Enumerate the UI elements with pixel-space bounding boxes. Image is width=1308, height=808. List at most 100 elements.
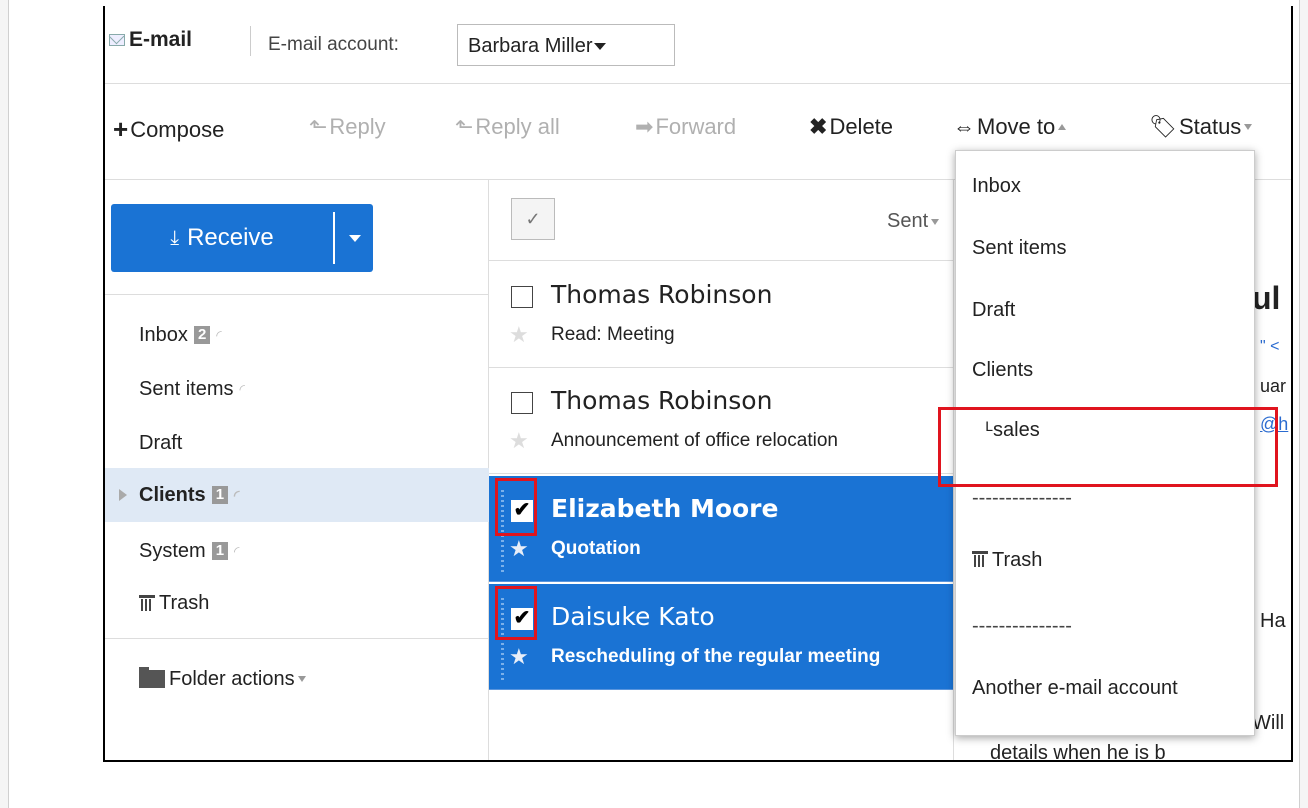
envelope-icon xyxy=(109,34,125,46)
chevron-down-icon xyxy=(349,234,361,242)
preview-fragment: Ha xyxy=(1260,610,1286,632)
status-button[interactable]: 🏷 Status xyxy=(1149,114,1253,140)
email-checkbox[interactable] xyxy=(511,286,533,308)
folder-label: Sent items xyxy=(139,377,234,400)
email-sender: Elizabeth Moore xyxy=(551,494,779,523)
sidebar-item-draft[interactable]: Draft xyxy=(105,416,489,470)
sidebar-item-trash[interactable]: Trash xyxy=(105,576,489,630)
delete-label: Delete xyxy=(829,114,894,139)
star-icon[interactable]: ★ xyxy=(509,644,529,670)
folder-label: Clients xyxy=(139,483,206,506)
unread-count-badge: 2 xyxy=(193,326,211,344)
rss-feed-icon: ◜ xyxy=(234,486,240,503)
expand-arrow-icon[interactable] xyxy=(119,489,127,501)
status-label: Status xyxy=(1178,114,1242,139)
sidebar-item-system[interactable]: System 1 ◜ xyxy=(105,524,489,578)
sidebar-item-sent-items[interactable]: Sent items ◜ xyxy=(105,362,489,416)
email-subject: Rescheduling of the regular meeting xyxy=(551,646,881,667)
folder-label: Inbox xyxy=(139,323,188,346)
email-row[interactable]: Thomas Robinson ★ Announcement of office… xyxy=(489,368,953,474)
page-title: E-mail xyxy=(109,28,192,52)
preview-fragment: Will xyxy=(1252,712,1285,734)
menu-item-sent-items[interactable]: Sent items xyxy=(972,237,1066,260)
receive-button[interactable]: ⤓ Receive xyxy=(111,204,333,272)
preview-fragment: details when he is b xyxy=(990,742,1166,762)
email-checkbox[interactable] xyxy=(511,392,533,414)
highlight-box xyxy=(938,407,1278,487)
rss-feed-icon: ◜ xyxy=(216,326,222,343)
preview-fragment: " < xyxy=(1260,338,1280,355)
move-to-label: Move to xyxy=(977,114,1056,139)
email-row[interactable]: ✔ Elizabeth Moore ★ Quotation xyxy=(489,476,953,582)
menu-item-inbox[interactable]: Inbox xyxy=(972,175,1021,198)
star-icon[interactable]: ★ xyxy=(509,322,529,348)
menu-item-trash[interactable]: Trash xyxy=(972,549,1042,572)
reply-all-button[interactable]: ⬑ Reply all xyxy=(455,114,560,140)
menu-separator: --------------- xyxy=(972,487,1072,509)
tag-icon: 🏷 xyxy=(1149,114,1177,139)
highlight-box xyxy=(495,478,537,536)
page-title-text: E-mail xyxy=(129,28,193,51)
sidebar-divider xyxy=(105,638,488,639)
star-icon[interactable]: ★ xyxy=(509,428,529,454)
email-subject: Announcement of office relocation xyxy=(551,430,838,451)
menu-item-another-account[interactable]: Another e-mail account xyxy=(972,677,1178,700)
star-icon[interactable]: ★ xyxy=(509,536,529,562)
menu-item-draft[interactable]: Draft xyxy=(972,299,1015,322)
email-app: E-mail E-mail account: Barbara Miller + … xyxy=(103,6,1293,762)
email-subject: Read: Meeting xyxy=(551,324,675,345)
account-select-value: Barbara Miller xyxy=(468,35,593,57)
receive-button-group: ⤓ Receive xyxy=(111,204,373,272)
reply-button[interactable]: ⬑ Reply xyxy=(309,114,386,140)
email-sender: Thomas Robinson xyxy=(551,386,773,415)
move-to-button[interactable]: ⇔ Move to xyxy=(953,114,1067,140)
folder-icon xyxy=(139,667,165,688)
receive-dropdown-button[interactable] xyxy=(335,204,373,272)
folder-sidebar: ⤓ Receive Inbox 2 ◜ Sent items ◜ Draft C… xyxy=(105,180,489,760)
plus-icon: + xyxy=(113,114,129,144)
select-all-checkbox[interactable]: ✓ xyxy=(511,198,555,240)
move-arrows-icon: ⇔ xyxy=(953,114,975,139)
reply-all-label: Reply all xyxy=(475,114,560,139)
reply-all-icon: ⬑ xyxy=(455,114,474,139)
menu-separator: --------------- xyxy=(972,615,1072,637)
forward-label: Forward xyxy=(655,114,737,139)
sort-dropdown[interactable]: Sent xyxy=(887,210,940,233)
close-icon: ✖ xyxy=(809,114,828,139)
unread-count-badge: 1 xyxy=(211,542,229,560)
menu-item-clients[interactable]: Clients xyxy=(972,359,1033,382)
receive-label: Receive xyxy=(187,224,274,251)
reply-label: Reply xyxy=(329,114,386,139)
menu-item-trash-label: Trash xyxy=(992,549,1043,571)
compose-label: Compose xyxy=(130,116,225,142)
compose-button[interactable]: + Compose xyxy=(113,114,224,145)
account-select[interactable]: Barbara Miller xyxy=(457,24,675,66)
chevron-down-icon xyxy=(594,43,607,51)
folder-actions-menu[interactable]: Folder actions xyxy=(105,652,489,706)
folder-label: Draft xyxy=(139,431,183,454)
email-subject: Quotation xyxy=(551,538,641,559)
sidebar-item-inbox[interactable]: Inbox 2 ◜ xyxy=(105,308,489,362)
email-sender: Daisuke Kato xyxy=(551,602,715,631)
header-divider xyxy=(250,26,251,56)
folder-label: Trash xyxy=(159,591,210,614)
account-label: E-mail account: xyxy=(268,34,399,55)
move-to-menu: Inbox Sent items Draft Clients ᴸsales --… xyxy=(938,150,1278,736)
download-icon: ⤓ xyxy=(170,226,180,249)
app-header: E-mail E-mail account: Barbara Miller xyxy=(105,6,1291,84)
email-row[interactable]: Thomas Robinson ★ Read: Meeting xyxy=(489,262,953,368)
preview-title-fragment: ul xyxy=(1252,280,1281,316)
sidebar-divider xyxy=(105,294,488,295)
trash-icon xyxy=(972,551,988,567)
forward-button[interactable]: ➡ Forward xyxy=(635,114,736,140)
page-frame: E-mail E-mail account: Barbara Miller + … xyxy=(8,0,1300,808)
sort-label: Sent xyxy=(887,210,929,232)
email-list: ✓ Sent Thomas Robinson ★ Read: Meeting T… xyxy=(489,180,953,760)
chevron-down-icon xyxy=(1244,124,1253,130)
reply-icon: ⬑ xyxy=(309,114,328,139)
email-row[interactable]: ✔ Daisuke Kato ★ Rescheduling of the reg… xyxy=(489,584,953,690)
sidebar-item-clients[interactable]: Clients 1 ◜ xyxy=(105,468,489,522)
delete-button[interactable]: ✖ Delete xyxy=(809,114,893,140)
preview-fragment: uar xyxy=(1260,376,1287,396)
email-sender: Thomas Robinson xyxy=(551,280,773,309)
